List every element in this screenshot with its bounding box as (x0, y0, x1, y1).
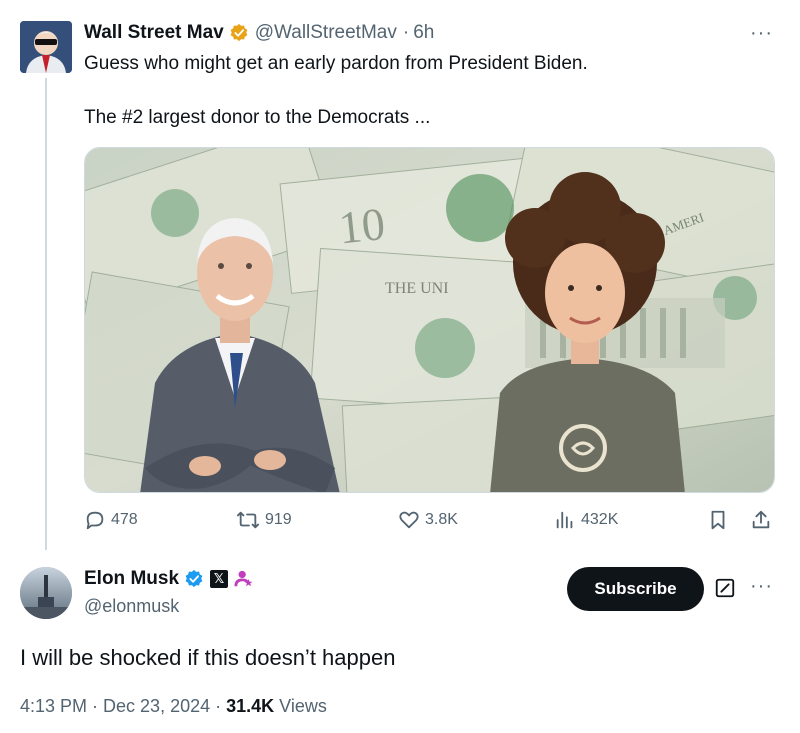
quoted-post-text-line-2: The #2 largest donor to the Democrats ..… (84, 107, 431, 128)
reply-icon (86, 511, 104, 530)
bookmark-icon (711, 510, 725, 530)
post-timestamp[interactable]: 4:13 PM · Dec 23, 2024 · (20, 696, 226, 716)
post-time[interactable]: 6h (413, 22, 434, 44)
verified-gold-badge-icon (230, 23, 248, 42)
post-meta: 4:13 PM · Dec 23, 2024 · 31.4K Views (20, 696, 327, 717)
views-icon (556, 511, 573, 529)
more-options-icon[interactable]: ··· (750, 22, 773, 45)
edit-icon[interactable] (714, 577, 736, 599)
main-post: Elon Musk 𝕏 @elonmusk Subscribe ··· I wi… (0, 555, 800, 733)
author-handle[interactable]: @elonmusk (84, 596, 179, 617)
like-button[interactable]: 3.8K (398, 509, 458, 531)
separator-dot: · (402, 22, 410, 43)
views-count: 31.4K (226, 696, 275, 716)
subscribe-button[interactable]: Subscribe (567, 567, 704, 611)
like-count: 3.8K (425, 511, 458, 528)
author-name[interactable]: Wall Street Mav (84, 22, 224, 44)
affiliate-person-icon[interactable] (234, 569, 254, 589)
money-background-photo: 10 THE UNI OF AMERI (85, 148, 774, 492)
thread-line (45, 78, 47, 550)
reply-count: 478 (111, 511, 138, 528)
bookmark-button[interactable] (708, 509, 733, 531)
x-affiliate-badge-icon[interactable]: 𝕏 (210, 570, 229, 588)
quoted-post-actions: 478 919 3.8K 432K (84, 509, 774, 537)
verified-blue-badge-icon (185, 569, 203, 588)
author-handle[interactable]: @WallStreetMav (255, 22, 397, 44)
share-button[interactable] (750, 509, 777, 531)
repost-icon (237, 511, 260, 529)
reply-button[interactable]: 478 (84, 509, 138, 531)
share-icon (752, 510, 770, 529)
avatar-elon-musk[interactable] (20, 567, 72, 619)
quoted-post-text-line-1: Guess who might get an early pardon from… (84, 53, 588, 74)
repost-button[interactable]: 919 (236, 509, 292, 531)
views-button[interactable]: 432K (554, 509, 618, 531)
quoted-post[interactable]: Wall Street Mav @WallStreetMav · 6h ··· … (0, 0, 800, 550)
more-options-icon[interactable]: ··· (750, 575, 773, 598)
heart-icon (399, 511, 419, 529)
svg-text:10: 10 (336, 198, 387, 254)
views-count: 432K (581, 511, 619, 528)
author-name[interactable]: Elon Musk (84, 568, 179, 590)
quoted-post-header: Wall Street Mav @WallStreetMav · 6h (84, 22, 434, 44)
views-label: Views (274, 696, 327, 716)
main-post-text: I will be shocked if this doesn’t happen (20, 645, 396, 670)
repost-count: 919 (265, 511, 292, 528)
post-media-image[interactable]: 10 THE UNI OF AMERI (84, 147, 775, 493)
svg-text:THE UNI: THE UNI (385, 280, 449, 297)
avatar-wall-street-mav[interactable] (20, 21, 72, 73)
main-post-author-row: Elon Musk 𝕏 (84, 568, 254, 590)
